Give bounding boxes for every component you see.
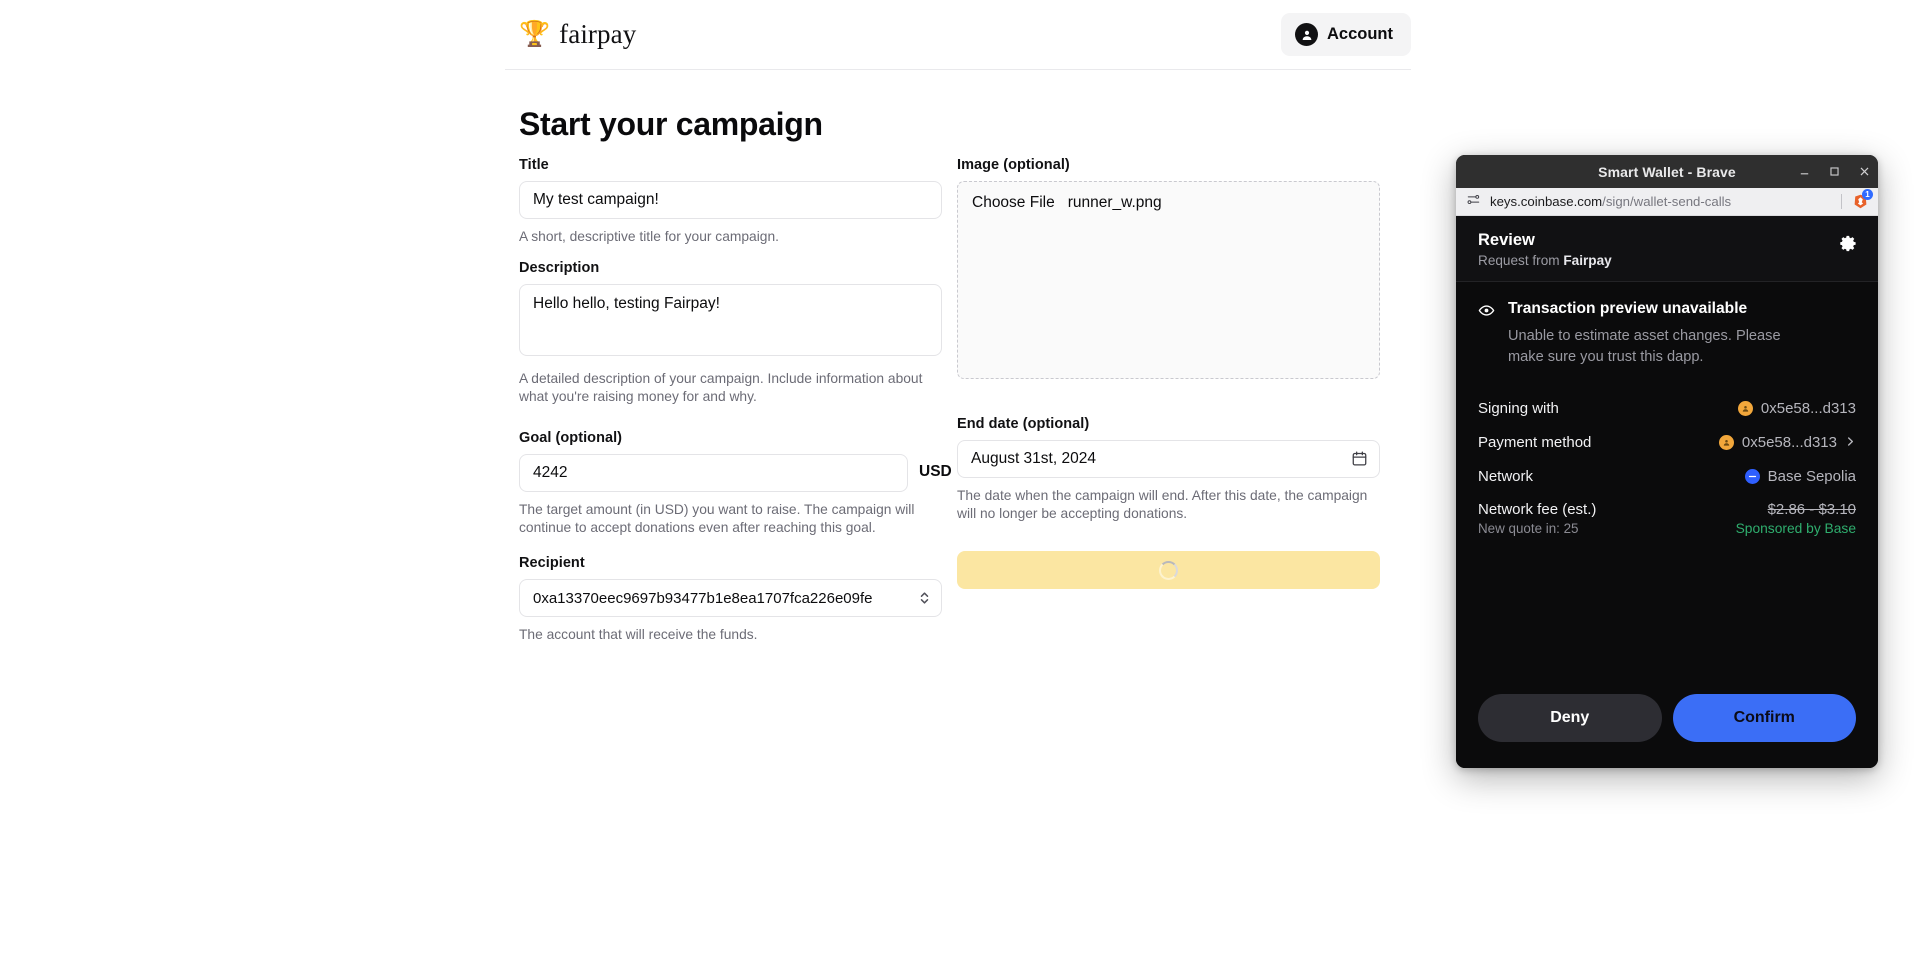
sponsored-badge: Sponsored by Base xyxy=(1735,521,1856,537)
brand-logo[interactable]: 🏆 fairpay xyxy=(505,19,636,50)
wallet-preview-alert: Transaction preview unavailable Unable t… xyxy=(1456,282,1878,388)
field-end-date: End date (optional) The date when the ca… xyxy=(957,416,1380,523)
minimize-icon[interactable] xyxy=(1798,165,1811,178)
create-campaign-submit-button[interactable] xyxy=(957,551,1380,590)
maximize-icon[interactable] xyxy=(1828,165,1841,178)
field-recipient-label: Recipient xyxy=(519,555,585,572)
window-controls xyxy=(1798,155,1871,188)
row-value-text: 0x5e58...d313 xyxy=(1741,433,1837,451)
extension-badge-count: 1 xyxy=(1862,189,1873,200)
recipient-select-wrap xyxy=(519,579,942,618)
field-description-label: Description xyxy=(519,260,600,277)
field-end-date-label: End date (optional) xyxy=(957,416,1090,432)
loading-spinner-icon xyxy=(1159,560,1178,580)
title-input[interactable] xyxy=(519,181,942,219)
field-goal: Goal (optional) USD The target amount (i… xyxy=(519,429,952,537)
row-value-text: 0x5e58...d313 xyxy=(1760,399,1856,417)
network-fee-label: Network fee (est.) xyxy=(1478,501,1597,519)
chevron-updown-icon[interactable] xyxy=(918,590,931,611)
field-title-label: Title xyxy=(519,157,549,173)
brave-extension-icon[interactable]: 1 xyxy=(1851,189,1873,211)
wallet-action-buttons: Deny Confirm xyxy=(1456,694,1878,768)
wallet-alert-body: Unable to estimate asset changes. Please… xyxy=(1508,328,1781,365)
wallet-row-network: Network Base Sepolia xyxy=(1478,459,1856,493)
url-path: /sign/wallet-send-calls xyxy=(1602,194,1732,209)
avatar-chip-icon xyxy=(1718,434,1734,450)
gear-icon[interactable] xyxy=(1839,234,1858,258)
wallet-row-signing-with: Signing with 0x5e58...d313 xyxy=(1478,391,1856,425)
account-button-label: Account xyxy=(1327,25,1393,43)
field-image: Image (optional) Choose File runner_w.pn… xyxy=(957,157,1380,379)
smart-wallet-popup-window: Smart Wallet - Brave keys.coinbase.com/s… xyxy=(1456,155,1878,768)
request-from-prefix: Request from xyxy=(1478,253,1564,268)
row-value-text: Base Sepolia xyxy=(1767,467,1856,485)
form-column-right: Image (optional) Choose File runner_w.pn… xyxy=(957,157,1380,590)
window-url-bar[interactable]: keys.coinbase.com/sign/wallet-send-calls… xyxy=(1456,188,1878,216)
close-icon[interactable] xyxy=(1858,165,1871,178)
recipient-select[interactable] xyxy=(519,579,942,618)
trophy-icon: 🏆 xyxy=(519,20,551,48)
url-host: keys.coinbase.com xyxy=(1490,194,1603,209)
wallet-review-subtitle: Request from Fairpay xyxy=(1478,253,1612,268)
network-fee-value: $2.86 - $3.10 xyxy=(1767,501,1856,519)
deny-button[interactable]: Deny xyxy=(1478,694,1662,742)
wallet-review-text: Review Request from Fairpay xyxy=(1478,231,1612,268)
site-settings-icon[interactable] xyxy=(1466,192,1481,212)
site-header: 🏆 fairpay Account xyxy=(505,0,1411,70)
wallet-alert-title: Transaction preview unavailable xyxy=(1508,300,1748,317)
image-dropzone[interactable]: Choose File runner_w.png xyxy=(957,181,1380,379)
field-goal-help: The target amount (in USD) you want to r… xyxy=(519,501,915,535)
url-divider xyxy=(1841,194,1842,209)
avatar-chip-icon xyxy=(1737,400,1753,416)
row-value: Base Sepolia xyxy=(1744,467,1856,485)
row-value: 0x5e58...d313 xyxy=(1737,399,1856,417)
goal-currency-label: USD xyxy=(919,462,952,480)
description-textarea[interactable]: Hello hello, testing Fairpay! xyxy=(519,284,942,357)
user-circle-icon xyxy=(1295,23,1318,46)
field-title: Title A short, descriptive title for you… xyxy=(519,157,942,246)
row-value[interactable]: 0x5e58...d313 xyxy=(1718,433,1856,451)
field-goal-label: Goal (optional) xyxy=(519,429,623,446)
row-label: Network xyxy=(1478,467,1534,485)
url-text: keys.coinbase.com/sign/wallet-send-calls xyxy=(1490,194,1731,209)
choose-file-button[interactable]: Choose File xyxy=(972,194,1055,212)
field-recipient-help: The account that will receive the funds. xyxy=(519,627,758,643)
wallet-review-header: Review Request from Fairpay xyxy=(1456,216,1878,282)
file-picker-row[interactable]: Choose File runner_w.png xyxy=(972,194,1365,212)
new-quote-timer: New quote in: 25 xyxy=(1478,521,1579,537)
row-label: Payment method xyxy=(1478,433,1592,451)
wallet-detail-rows: Signing with 0x5e58...d313 Payment metho… xyxy=(1456,387,1878,537)
app-root: 🏆 fairpay Account Start your campaign Ti… xyxy=(0,0,1920,974)
goal-input[interactable] xyxy=(519,453,908,492)
row-label: Signing with xyxy=(1478,399,1559,417)
selected-file-name: runner_w.png xyxy=(1067,194,1162,211)
field-description-help: A detailed description of your campaign.… xyxy=(519,371,923,405)
wallet-body: Review Request from Fairpay Transaction … xyxy=(1456,216,1878,768)
confirm-button[interactable]: Confirm xyxy=(1672,694,1856,742)
field-end-date-help: The date when the campaign will end. Aft… xyxy=(957,488,1368,522)
wallet-row-network-fee: Network fee (est.) $2.86 - $3.10 xyxy=(1478,501,1856,518)
field-description: Description Hello hello, testing Fairpay… xyxy=(519,260,942,406)
window-titlebar[interactable]: Smart Wallet - Brave xyxy=(1456,155,1878,188)
account-button[interactable]: Account xyxy=(1281,13,1411,56)
field-title-help: A short, descriptive title for your camp… xyxy=(519,229,779,244)
wallet-row-payment-method[interactable]: Payment method 0x5e58...d313 xyxy=(1478,425,1856,459)
page-title: Start your campaign xyxy=(519,106,823,142)
base-network-icon xyxy=(1744,468,1760,484)
end-date-wrap xyxy=(957,440,1380,478)
request-from-app: Fairpay xyxy=(1563,253,1612,268)
field-image-label: Image (optional) xyxy=(957,157,1070,173)
end-date-input[interactable] xyxy=(957,440,1380,478)
chevron-right-icon xyxy=(1845,434,1856,451)
wallet-row-quote: New quote in: 25 Sponsored by Base xyxy=(1478,521,1856,536)
form-column-left: Title A short, descriptive title for you… xyxy=(519,157,952,644)
wallet-alert-text: Transaction preview unavailable Unable t… xyxy=(1508,300,1808,367)
brand-name: fairpay xyxy=(559,19,637,49)
field-recipient: Recipient The account that will receive … xyxy=(519,555,942,644)
eye-icon xyxy=(1478,302,1495,367)
calendar-icon[interactable] xyxy=(1351,450,1368,472)
goal-input-wrap: USD xyxy=(519,453,952,492)
wallet-review-title: Review xyxy=(1478,231,1535,249)
